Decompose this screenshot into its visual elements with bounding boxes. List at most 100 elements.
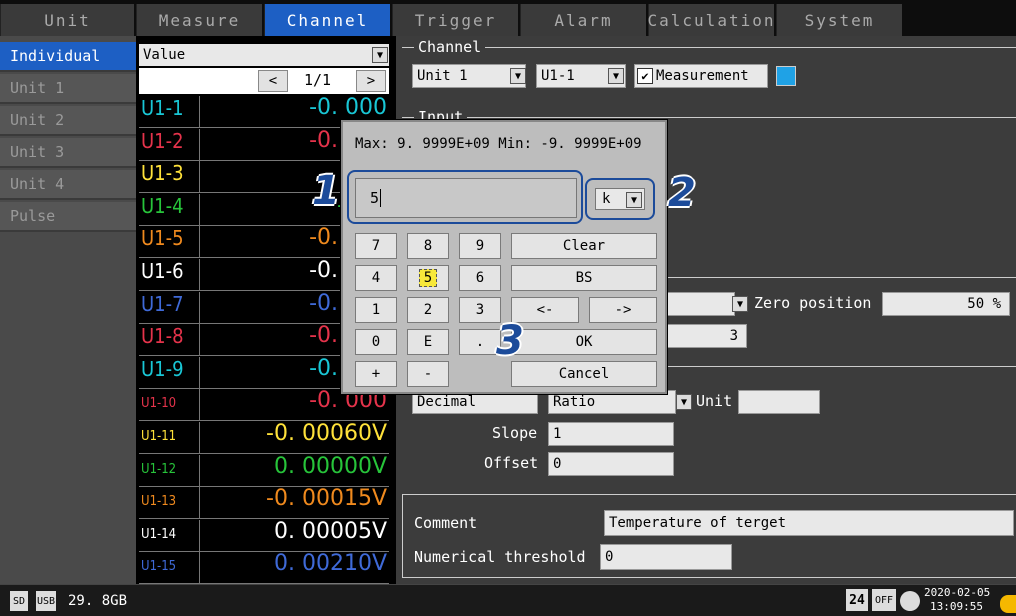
- range-hint: Max: 9. 9999E+09 Min: -9. 9999E+09: [355, 136, 642, 152]
- column-divider: [199, 193, 200, 225]
- notation-value: Decimal: [417, 394, 477, 410]
- cancel-button[interactable]: Cancel: [511, 361, 657, 387]
- page-indicator: 1/1: [304, 71, 332, 89]
- comment-field[interactable]: Temperature of terget: [604, 510, 1014, 536]
- tab-channel[interactable]: Channel: [264, 4, 390, 36]
- sidebar-item-individual[interactable]: Individual: [0, 42, 136, 72]
- callout-number-3: 3: [496, 318, 524, 364]
- backspace-button[interactable]: BS: [511, 265, 657, 291]
- measurement-checkbox[interactable]: ✔ Measurement: [634, 64, 768, 88]
- scaling-type-value: Ratio: [553, 394, 596, 410]
- tab-measure[interactable]: Measure: [136, 4, 262, 36]
- offset-field[interactable]: 0: [548, 452, 674, 476]
- channel-value: 0. 00005V: [273, 518, 387, 544]
- sidebar-item-unit-2[interactable]: Unit 2: [0, 106, 136, 136]
- key-5[interactable]: 5: [407, 265, 449, 291]
- column-divider: [199, 356, 200, 388]
- zero-position-value: 50 %: [967, 296, 1001, 312]
- auto-off-icon: OFF: [872, 589, 896, 611]
- key-dot[interactable]: .: [459, 329, 501, 355]
- tab-alarm[interactable]: Alarm: [520, 4, 646, 36]
- numerical-threshold-field[interactable]: 0: [600, 544, 732, 570]
- unit-select-value: Unit 1: [417, 68, 468, 84]
- comment-label: Comment: [414, 514, 478, 532]
- channel-id: U1-9: [141, 356, 184, 381]
- channel-row[interactable]: U1-12 0. 00000V: [139, 453, 389, 487]
- key-plus[interactable]: +: [355, 361, 397, 387]
- channel-row[interactable]: U1-10 -0. 000: [139, 388, 389, 422]
- key-4[interactable]: 4: [355, 265, 397, 291]
- channel-id: U1-3: [141, 161, 184, 186]
- zero-position-field[interactable]: 50 %: [882, 292, 1010, 316]
- key-e[interactable]: E: [407, 329, 449, 355]
- measurement-label: Measurement: [656, 68, 749, 84]
- range-select[interactable]: [667, 292, 735, 316]
- sidebar-item-pulse[interactable]: Pulse: [0, 202, 136, 232]
- sidebar-item-unit-1[interactable]: Unit 1: [0, 74, 136, 104]
- column-divider: [199, 291, 200, 323]
- zero-position-label: Zero position: [754, 294, 872, 312]
- decimal-places-field[interactable]: 3: [667, 324, 747, 348]
- display-mode-select[interactable]: Value: [139, 44, 389, 66]
- next-page-button[interactable]: >: [356, 70, 386, 92]
- decimal-places-value: 3: [729, 328, 738, 344]
- scaling-group-border: [667, 277, 1016, 278]
- key-9[interactable]: 9: [459, 233, 501, 259]
- chevron-down-icon[interactable]: ▼: [732, 296, 748, 312]
- column-divider: [199, 422, 200, 453]
- channel-id: U1-11: [141, 429, 177, 444]
- chevron-down-icon[interactable]: ▼: [608, 68, 624, 84]
- tab-unit[interactable]: Unit: [0, 4, 134, 36]
- tab-system[interactable]: System: [776, 4, 902, 36]
- channel-row[interactable]: U1-11 -0. 00060V: [139, 421, 389, 454]
- channel-id: U1-14: [141, 526, 177, 542]
- sd-card-icon: SD: [10, 591, 28, 611]
- unit-label: Unit: [696, 392, 733, 410]
- slope-field[interactable]: 1: [548, 422, 674, 446]
- key-1[interactable]: 1: [355, 297, 397, 323]
- numerical-threshold-label: Numerical threshold: [414, 548, 586, 566]
- key-minus[interactable]: -: [407, 361, 449, 387]
- sidebar-item-unit-4[interactable]: Unit 4: [0, 170, 136, 200]
- waveform-color-swatch[interactable]: [776, 66, 796, 86]
- ok-button[interactable]: OK: [511, 329, 657, 355]
- channel-id: U1-12: [141, 461, 177, 477]
- callout-number-2: 2: [668, 170, 696, 216]
- sidebar-item-unit-3[interactable]: Unit 3: [0, 138, 136, 168]
- key-5-label: 5: [418, 269, 438, 287]
- callout-1-highlight: [347, 170, 583, 224]
- chevron-down-icon[interactable]: ▼: [510, 68, 526, 84]
- slope-value: 1: [553, 426, 562, 442]
- channel-id: U1-7: [141, 291, 184, 316]
- clear-button[interactable]: Clear: [511, 233, 657, 259]
- offset-value: 0: [553, 456, 562, 472]
- channel-row[interactable]: U1-13 -0. 00015V: [139, 486, 389, 520]
- key-2[interactable]: 2: [407, 297, 449, 323]
- key-6[interactable]: 6: [459, 265, 501, 291]
- column-divider: [199, 259, 200, 290]
- chevron-down-icon[interactable]: ▼: [676, 394, 692, 410]
- channel-value: -0. 00060V: [266, 421, 387, 446]
- channel-row[interactable]: U1-15 0. 00210V: [139, 551, 389, 585]
- auto-save-icon: [900, 591, 920, 611]
- cursor-right-button[interactable]: ->: [589, 297, 657, 323]
- key-3[interactable]: 3: [459, 297, 501, 323]
- unit-select[interactable]: Unit 1: [412, 64, 526, 88]
- channel-id: U1-4: [141, 193, 184, 218]
- column-divider: [199, 454, 200, 486]
- offset-label: Offset: [484, 454, 539, 472]
- prev-page-button[interactable]: <: [258, 70, 288, 92]
- channel-group-label: Channel: [414, 38, 486, 56]
- status-bar: SD USB 29. 8GB 24 OFF 2020-02-05 13:09:5…: [0, 584, 1016, 616]
- chevron-down-icon[interactable]: ▼: [372, 47, 388, 63]
- unit-field[interactable]: [738, 390, 820, 414]
- tab-calculation[interactable]: Calculation: [648, 4, 774, 36]
- channel-value: 0. 00000V: [273, 453, 387, 479]
- channel-row[interactable]: U1-14 0. 00005V: [139, 518, 389, 552]
- tab-trigger[interactable]: Trigger: [392, 4, 518, 36]
- column-divider: [199, 226, 200, 258]
- key-0[interactable]: 0: [355, 329, 397, 355]
- key-8[interactable]: 8: [407, 233, 449, 259]
- channel-id: U1-10: [141, 396, 177, 412]
- key-7[interactable]: 7: [355, 233, 397, 259]
